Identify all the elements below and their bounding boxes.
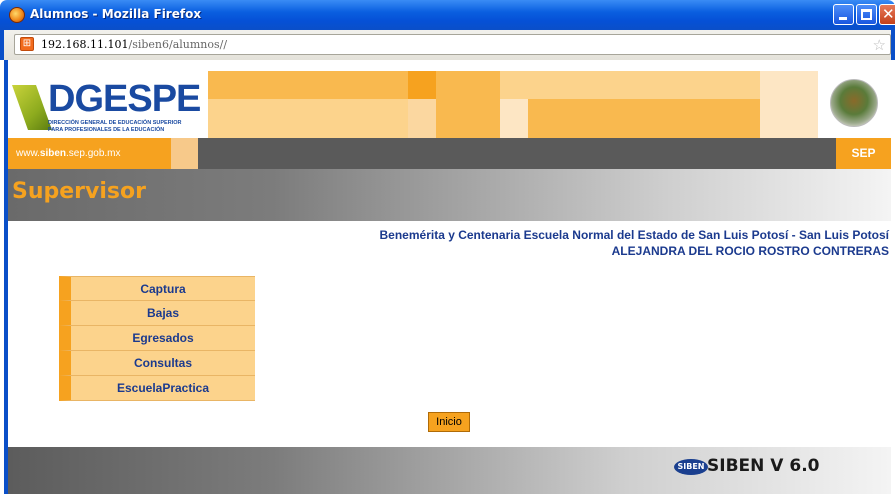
menu-item-bajas[interactable]: Bajas	[59, 301, 255, 326]
close-button[interactable]: ✕	[879, 4, 895, 25]
banner-color-blocks	[208, 71, 818, 138]
section-header: Supervisor	[8, 169, 891, 221]
dgespe-logo: DGESPE DIRECCIÓN GENERAL DE EDUCACIÓN SU…	[8, 71, 208, 138]
title-bar[interactable]: Alumnos - Mozilla Firefox ✕	[0, 0, 895, 30]
close-icon: ✕	[882, 5, 895, 23]
window-title: Alumnos - Mozilla Firefox	[30, 7, 202, 21]
site-banner: DGESPE DIRECCIÓN GENERAL DE EDUCACIÓN SU…	[8, 71, 891, 221]
menu-item-captura[interactable]: Captura	[59, 276, 255, 301]
menu-item-escuela-practica[interactable]: EscuelaPractica	[59, 376, 255, 401]
firefox-icon	[9, 7, 25, 23]
siben-version: SIBEN V 6.0	[707, 456, 820, 476]
user-name: ALEJANDRA DEL ROCIO ROSTRO CONTRERAS	[611, 244, 889, 258]
page-viewport: DGESPE DIRECCIÓN GENERAL DE EDUCACIÓN SU…	[4, 60, 891, 494]
minimize-button[interactable]	[833, 4, 854, 25]
school-name: Benemérita y Centenaria Escuela Normal d…	[379, 228, 889, 242]
side-menu: Captura Bajas Egresados Consultas Escuel…	[59, 276, 255, 401]
site-url-label: www.siben.sep.gob.mx	[8, 138, 171, 169]
maximize-icon	[861, 9, 872, 20]
site-strip: www.siben.sep.gob.mx SEP	[8, 138, 891, 169]
inicio-button[interactable]: Inicio	[428, 412, 470, 432]
menu-item-egresados[interactable]: Egresados	[59, 326, 255, 351]
site-favicon-icon: ⊞	[20, 37, 34, 51]
menu-item-consultas[interactable]: Consultas	[59, 351, 255, 376]
address-bar: ⊞ 192.168.11.101/siben6/alumnos// ☆	[0, 30, 895, 60]
minimize-icon	[839, 17, 847, 20]
browser-window: Alumnos - Mozilla Firefox ✕ ⊞ 192.168.11…	[0, 0, 895, 494]
page-title: Supervisor	[12, 179, 146, 204]
siben-logo-icon: SIBEN	[674, 459, 708, 475]
logo-chevron-icon	[12, 85, 52, 130]
url-input[interactable]: ⊞ 192.168.11.101/siben6/alumnos// ☆	[14, 34, 891, 55]
maximize-button[interactable]	[856, 4, 877, 25]
footer: SIBEN SIBEN V 6.0	[8, 447, 891, 494]
school-info: Benemérita y Centenaria Escuela Normal d…	[380, 227, 889, 259]
coat-of-arms-icon	[830, 79, 878, 127]
mexico-seal	[818, 71, 891, 138]
url-text: 192.168.11.101/siben6/alumnos//	[41, 38, 228, 51]
sep-label: SEP	[836, 138, 891, 169]
bookmark-star-icon[interactable]: ☆	[873, 36, 886, 54]
